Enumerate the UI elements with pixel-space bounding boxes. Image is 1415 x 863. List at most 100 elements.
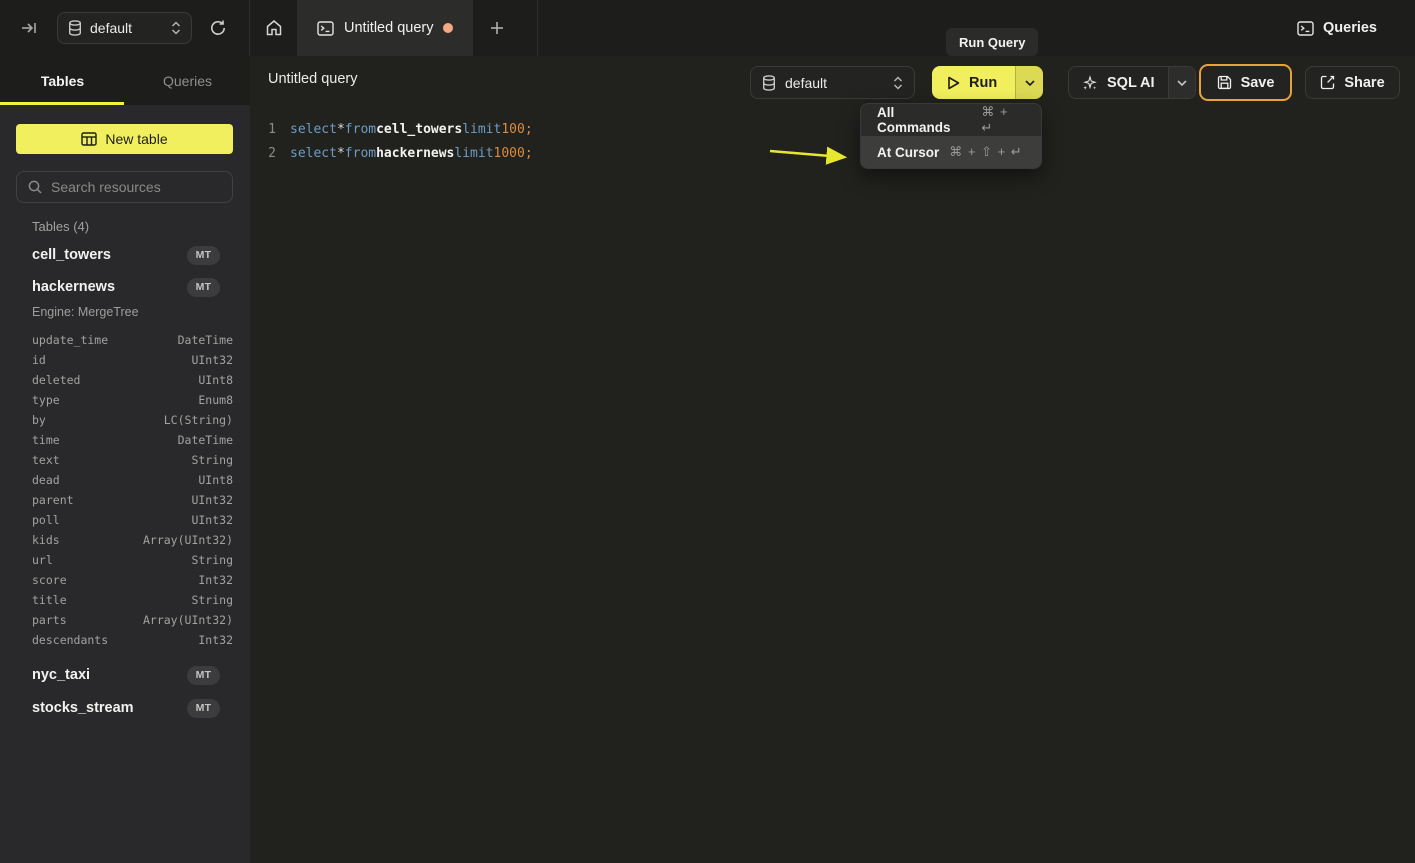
column-type: DateTime	[178, 333, 233, 347]
column-row[interactable]: titleString	[32, 590, 233, 610]
chevron-down-icon	[1025, 80, 1035, 86]
column-row[interactable]: parentUInt32	[32, 490, 233, 510]
home-icon	[265, 19, 283, 37]
code-token: ;	[525, 122, 533, 137]
column-row[interactable]: idUInt32	[32, 350, 233, 370]
column-row[interactable]: partsArray(UInt32)	[32, 610, 233, 630]
run-menu-item-at-cursor[interactable]: At Cursor⌘ + ⇧ + ↵	[861, 136, 1041, 168]
new-tab-button[interactable]	[473, 0, 520, 56]
column-type: LC(String)	[164, 413, 233, 427]
terminal-icon	[1297, 21, 1314, 36]
table-row-hackernews[interactable]: hackernews MT	[16, 273, 233, 301]
column-row[interactable]: timeDateTime	[32, 430, 233, 450]
column-type: Array(UInt32)	[143, 613, 233, 627]
run-menu-item-all-commands[interactable]: All Commands⌘ + ↵	[861, 104, 1041, 136]
column-type: Array(UInt32)	[143, 533, 233, 547]
run-split-button: Run	[932, 66, 1043, 99]
search-resources-input[interactable]	[51, 179, 232, 195]
column-row[interactable]: typeEnum8	[32, 390, 233, 410]
sql-console-app: default	[0, 0, 1415, 863]
sidebar-tab-tables[interactable]: Tables	[0, 56, 125, 105]
search-resources-box	[16, 171, 233, 203]
code-line[interactable]: 2select * from hackernews limit 1000;	[250, 141, 1415, 165]
run-button-label: Run	[969, 75, 997, 91]
code-token: ;	[525, 146, 533, 161]
table-row-cell-towers[interactable]: cell_towers MT	[16, 241, 233, 269]
save-icon	[1217, 75, 1232, 90]
new-table-button[interactable]: New table	[16, 124, 233, 154]
code-line[interactable]: 1select * from cell_towers limit 100;	[250, 117, 1415, 141]
table-name: hackernews	[32, 279, 187, 295]
column-name: id	[32, 353, 46, 367]
toolbar-database-selector[interactable]: default	[750, 66, 915, 99]
column-row[interactable]: by LC(String)	[32, 410, 233, 430]
column-row[interactable]: urlString	[32, 550, 233, 570]
code-token: select	[290, 146, 337, 161]
column-type: UInt32	[191, 513, 233, 527]
home-button[interactable]	[250, 0, 297, 56]
column-name: text	[32, 453, 60, 467]
table-grid-icon	[81, 132, 97, 146]
chevron-down-icon	[1177, 80, 1187, 86]
tab-title: Untitled query	[344, 20, 433, 36]
save-button[interactable]: Save	[1199, 64, 1292, 101]
tab-strip: Untitled query	[250, 0, 520, 56]
query-title: Untitled query	[268, 71, 357, 87]
sql-ai-button-label: SQL AI	[1107, 75, 1155, 91]
column-type: Int32	[198, 633, 233, 647]
column-name: score	[32, 573, 67, 587]
column-type: UInt8	[198, 473, 233, 487]
code-token: limit	[462, 122, 501, 137]
code-token: hackernews	[376, 146, 454, 161]
sidebar-tab-queries[interactable]: Queries	[125, 56, 250, 105]
column-name: descendants	[32, 633, 108, 647]
column-name: title	[32, 593, 67, 607]
column-type: UInt8	[198, 373, 233, 387]
sql-ai-options-caret[interactable]	[1168, 67, 1195, 98]
column-row[interactable]: descendants Int32	[32, 630, 233, 650]
column-row[interactable]: deleted UInt8	[32, 370, 233, 390]
hackernews-columns-list: update_timeDateTimeidUInt32deletedUInt8t…	[32, 330, 233, 650]
code-token: *	[337, 122, 345, 137]
collapse-sidebar-button[interactable]	[18, 16, 42, 40]
column-row[interactable]: pollUInt32	[32, 510, 233, 530]
column-name: time	[32, 433, 60, 447]
column-row[interactable]: scoreInt32	[32, 570, 233, 590]
menu-item-shortcut: ⌘ + ↵	[981, 104, 1025, 136]
run-options-menu: All Commands⌘ + ↵At Cursor⌘ + ⇧ + ↵	[860, 103, 1042, 169]
new-table-label: New table	[105, 131, 167, 147]
tables-section-header: Tables (4)	[32, 219, 89, 234]
database-icon	[762, 75, 776, 91]
tab-strip-divider	[537, 0, 538, 56]
line-number: 2	[250, 146, 276, 161]
sql-editor[interactable]: 1select * from cell_towers limit 100; 2 se…	[250, 105, 1415, 863]
column-name: dead	[32, 473, 60, 487]
chevron-up-down-icon	[171, 21, 181, 35]
column-row[interactable]: update_time DateTime	[32, 330, 233, 350]
queries-button[interactable]: Queries	[1297, 0, 1377, 56]
sql-ai-button[interactable]: SQL AI	[1069, 67, 1168, 98]
share-button-label: Share	[1344, 75, 1384, 91]
terminal-icon	[317, 21, 334, 36]
column-name: deleted	[32, 373, 80, 387]
table-name: cell_towers	[32, 247, 187, 263]
column-row[interactable]: dead UInt8	[32, 470, 233, 490]
table-row-nyc-taxi[interactable]: nyc_taxi MT	[16, 661, 233, 689]
column-name: update_time	[32, 333, 108, 347]
column-name: type	[32, 393, 60, 407]
play-icon	[947, 76, 960, 90]
run-options-caret[interactable]	[1015, 66, 1043, 99]
top-database-selector-value: default	[90, 20, 163, 36]
tab-untitled-query[interactable]: Untitled query	[297, 0, 473, 56]
code-token: 100	[501, 122, 524, 137]
table-row-stocks-stream[interactable]: stocks_stream MT	[16, 694, 233, 722]
run-button[interactable]: Run	[932, 66, 1015, 99]
top-database-selector[interactable]: default	[57, 12, 192, 44]
column-row[interactable]: kids Array(UInt32)	[32, 530, 233, 550]
refresh-button[interactable]	[205, 15, 231, 41]
column-row[interactable]: textString	[32, 450, 233, 470]
top-bar-left: default	[0, 0, 250, 56]
share-button[interactable]: Share	[1305, 66, 1400, 99]
column-name: by	[32, 413, 46, 427]
column-name: kids	[32, 533, 60, 547]
